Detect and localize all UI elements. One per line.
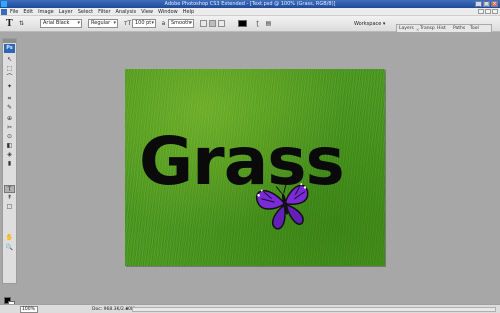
menu-select[interactable]: Select xyxy=(78,8,93,16)
slice-tool-icon[interactable]: ✂ xyxy=(4,124,15,132)
text-orientation-icon[interactable]: ⇅ xyxy=(18,20,25,27)
magic-wand-tool-icon[interactable]: ✦ xyxy=(4,83,15,91)
palette-separator: × xyxy=(416,27,420,32)
toolbox: Ps ↖ ⬚ ⌒ ✦ ⌗ ✎ ⊕ ✂ ⊙ ◧ ◈ ▮ T ↟ □ ✋ 🔍 xyxy=(2,38,17,308)
antialias-select[interactable]: Smooth ▾ xyxy=(168,19,194,28)
move-tool-icon[interactable]: ↖ xyxy=(4,56,15,64)
type-tool-icon[interactable]: T xyxy=(4,185,15,193)
status-bar: 100% Doc: 968.3K/2.40M ▸ xyxy=(0,304,500,313)
gradient-tool-icon[interactable]: ◈ xyxy=(4,151,15,159)
photoshop-window: Adobe Photoshop CS3 Extended - [Text.psd… xyxy=(0,0,500,313)
zoom-tool-icon[interactable]: 🔍 xyxy=(4,244,15,252)
shape-tool-icon[interactable]: □ xyxy=(4,203,15,211)
palette-tab-transp[interactable]: Transp xyxy=(420,25,435,33)
menu-window[interactable]: Window xyxy=(158,8,178,16)
window-controls: _ □ × xyxy=(475,1,498,7)
font-size-select[interactable]: 100 pt ▾ xyxy=(132,19,156,28)
warp-text-icon[interactable]: ʈ xyxy=(254,20,261,27)
chevron-down-icon: ▾ xyxy=(189,20,192,26)
menu-bar: File Edit Image Layer Select Filter Anal… xyxy=(0,8,500,16)
window-title: Adobe Photoshop CS3 Extended - [Text.psd… xyxy=(164,1,336,7)
font-size-icon: ᴛT xyxy=(124,20,132,27)
menu-edit[interactable]: Edit xyxy=(23,8,33,16)
doc-restore-button[interactable] xyxy=(485,9,491,14)
clone-stamp-tool-icon[interactable]: ⊙ xyxy=(4,133,15,141)
chevron-down-icon: ▾ xyxy=(113,20,116,26)
palette-tab-hist[interactable]: Hist xyxy=(437,25,446,33)
document-icon xyxy=(1,9,7,15)
palette-tab-layers[interactable]: Layers xyxy=(399,25,414,33)
toolbox-grip[interactable] xyxy=(3,39,16,43)
close-button[interactable]: × xyxy=(491,1,498,7)
hand-tool-icon[interactable]: ✋ xyxy=(4,234,15,242)
doc-close-button[interactable] xyxy=(492,9,498,14)
font-size-value: 100 pt xyxy=(135,20,152,26)
menu-filter[interactable]: Filter xyxy=(98,8,110,16)
align-center-button[interactable] xyxy=(209,20,216,27)
marquee-tool-icon[interactable]: ⬚ xyxy=(4,65,15,73)
palette-tab-paths[interactable]: Paths xyxy=(453,25,465,33)
dodge-tool-icon[interactable]: ▮ xyxy=(4,160,15,168)
healing-tool-icon[interactable]: ⊕ xyxy=(4,115,15,123)
font-family-value: Arial Black xyxy=(43,20,70,26)
menu-items: File Edit Image Layer Select Filter Anal… xyxy=(10,8,194,16)
menu-file[interactable]: File xyxy=(10,8,18,16)
font-family-select[interactable]: Arial Black ▾ xyxy=(40,19,82,28)
title-bar: Adobe Photoshop CS3 Extended - [Text.psd… xyxy=(0,0,500,8)
align-left-button[interactable] xyxy=(200,20,207,27)
document-canvas[interactable]: Grass xyxy=(125,69,385,266)
butterfly-image xyxy=(255,183,309,230)
palette-well: Layers × Transp Hist Paths Tool xyxy=(396,24,492,33)
minimize-button[interactable]: _ xyxy=(475,1,482,7)
character-panel-icon[interactable]: ▤ xyxy=(265,20,272,27)
zoom-field[interactable]: 100% xyxy=(20,306,38,313)
chevron-down-icon: ▾ xyxy=(151,20,154,26)
menu-help[interactable]: Help xyxy=(183,8,194,16)
antialias-icon: a xyxy=(161,20,166,27)
menu-image[interactable]: Image xyxy=(38,8,54,16)
font-style-value: Regular xyxy=(91,20,111,26)
align-right-button[interactable] xyxy=(218,20,225,27)
crop-tool-icon[interactable]: ⌗ xyxy=(4,95,15,103)
document-window-controls xyxy=(478,9,498,14)
horizontal-scrollbar[interactable] xyxy=(132,307,496,312)
chevron-down-icon: ▾ xyxy=(77,20,80,26)
menu-analysis[interactable]: Analysis xyxy=(116,8,137,16)
text-color-swatch[interactable] xyxy=(238,20,247,27)
tool-preset-picker[interactable]: T xyxy=(6,19,13,29)
lasso-tool-icon[interactable]: ⌒ xyxy=(4,74,15,82)
ps-badge[interactable]: Ps xyxy=(4,44,15,53)
status-menu-arrow-icon[interactable]: ▸ xyxy=(126,306,129,312)
palette-tab-tool[interactable]: Tool xyxy=(470,25,479,33)
menu-view[interactable]: View xyxy=(141,8,153,16)
brush-tool-icon[interactable]: ✎ xyxy=(4,104,15,112)
maximize-button[interactable]: □ xyxy=(483,1,490,7)
font-style-select[interactable]: Regular ▾ xyxy=(88,19,118,28)
workspace-button[interactable]: Workspace ▾ xyxy=(354,20,385,28)
menu-layer[interactable]: Layer xyxy=(59,8,73,16)
doc-minimize-button[interactable] xyxy=(478,9,484,14)
path-selection-tool-icon[interactable]: ↟ xyxy=(4,194,15,202)
eraser-tool-icon[interactable]: ◧ xyxy=(4,142,15,150)
antialias-value: Smooth xyxy=(171,20,191,26)
